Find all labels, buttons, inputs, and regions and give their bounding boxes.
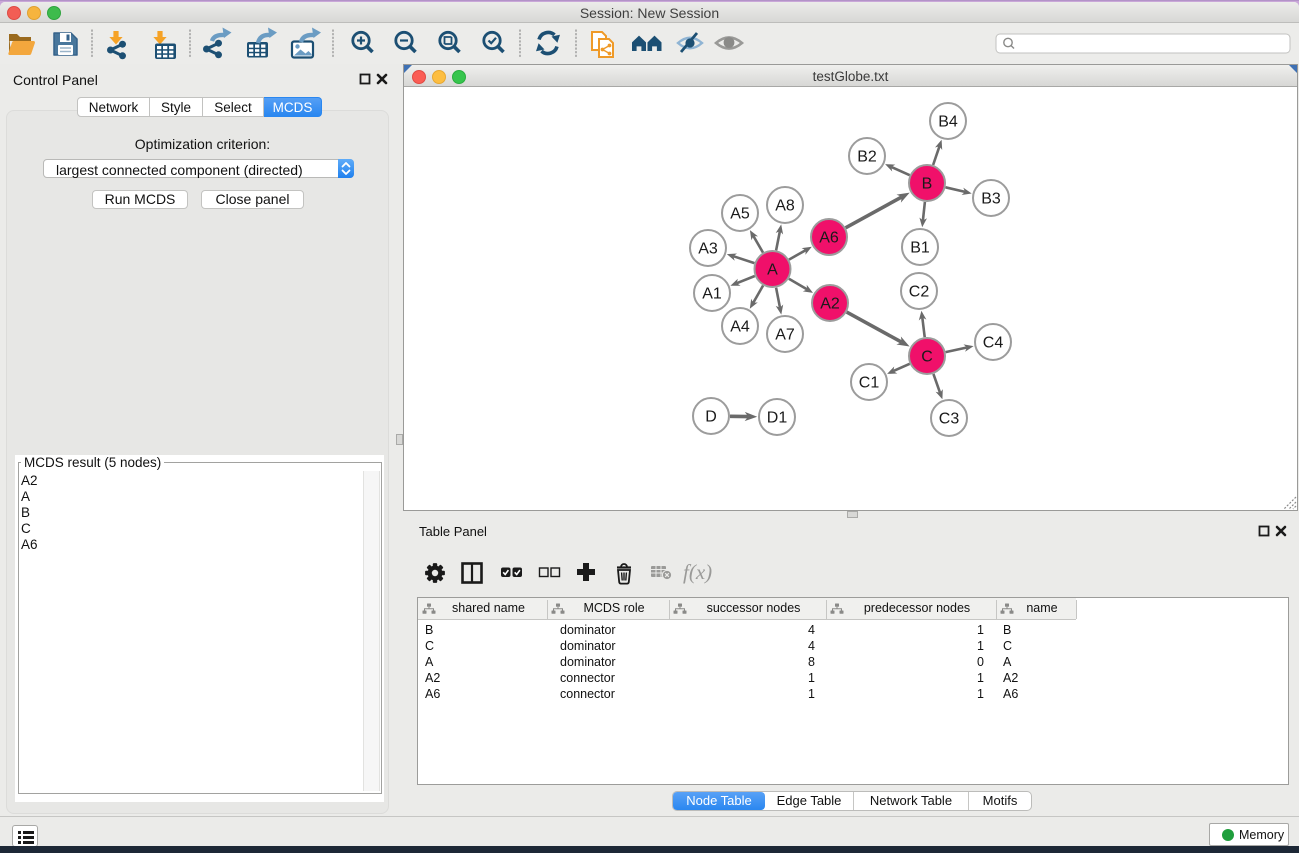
svg-text:A7: A7 (775, 327, 795, 344)
svg-text:A3: A3 (698, 241, 718, 258)
svg-text:C2: C2 (909, 284, 930, 301)
svg-text:B: B (922, 176, 933, 193)
svg-text:C: C (921, 349, 933, 366)
svg-text:D1: D1 (767, 410, 788, 427)
svg-text:A1: A1 (702, 286, 722, 303)
svg-text:C3: C3 (939, 411, 960, 428)
svg-text:A2: A2 (820, 296, 840, 313)
svg-text:A6: A6 (819, 230, 839, 247)
svg-text:f(x): f(x) (683, 560, 712, 584)
svg-text:A5: A5 (730, 206, 750, 223)
svg-text:C4: C4 (983, 335, 1004, 352)
svg-text:B1: B1 (910, 240, 930, 257)
svg-text:B4: B4 (938, 114, 958, 131)
svg-text:C1: C1 (859, 375, 880, 392)
svg-text:A4: A4 (730, 319, 750, 336)
svg-text:B2: B2 (857, 149, 877, 166)
svg-text:D: D (705, 409, 717, 426)
svg-text:A8: A8 (775, 198, 795, 215)
svg-text:A: A (767, 262, 778, 279)
svg-text:B3: B3 (981, 191, 1001, 208)
